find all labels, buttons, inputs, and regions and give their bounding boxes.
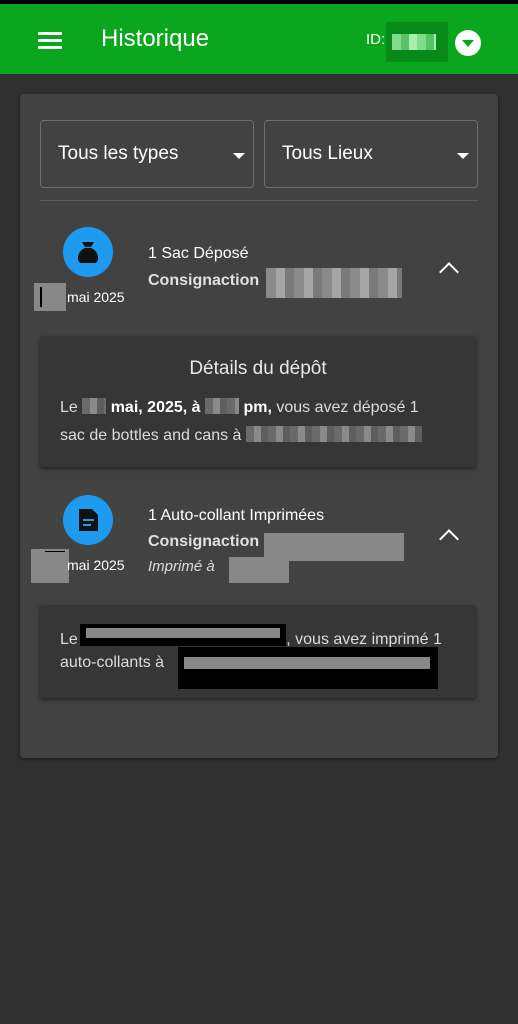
print-location-redacted bbox=[178, 647, 438, 689]
id-label: ID: bbox=[366, 31, 386, 48]
page-title: Historique bbox=[101, 25, 210, 52]
location-filter-value: Tous Lieux bbox=[282, 143, 373, 164]
details-heading: Détails du dépôt bbox=[189, 358, 327, 379]
caret-down-icon bbox=[233, 153, 245, 159]
divider bbox=[40, 200, 478, 201]
date-day-redacted bbox=[31, 549, 69, 583]
type-filter-select[interactable]: Tous les types bbox=[40, 120, 254, 188]
caret-down-icon bbox=[457, 153, 469, 159]
details-line-2: auto-collants à bbox=[60, 654, 165, 671]
details-line-2: sac de bottles and cans à bbox=[60, 426, 422, 445]
type-filter-value: Tous les types bbox=[58, 143, 179, 164]
entry-org: Consignaction bbox=[148, 533, 260, 550]
collapse-chevron-icon[interactable] bbox=[439, 262, 459, 282]
history-card: Tous les types Tous Lieux mai 2025 1 Sac… bbox=[20, 94, 498, 758]
document-icon bbox=[63, 495, 113, 545]
entry-title: 1 Auto-collant Imprimées bbox=[148, 507, 325, 524]
app-bar: Historique ID: bbox=[0, 0, 518, 74]
account-dropdown-button[interactable] bbox=[455, 30, 481, 56]
entry-org: Consignaction bbox=[148, 272, 260, 289]
print-details-panel: Le , vous avez imprimé 1 auto-collants à bbox=[40, 605, 476, 698]
entry-date: mai 2025 bbox=[67, 289, 125, 305]
printed-at-label: Imprimé à bbox=[148, 558, 215, 575]
location-filter-select[interactable]: Tous Lieux bbox=[264, 120, 478, 188]
menu-icon[interactable] bbox=[38, 32, 62, 50]
entry-title: 1 Sac Déposé bbox=[148, 245, 249, 262]
collapse-chevron-icon[interactable] bbox=[439, 529, 459, 549]
deposit-details-panel: Détails du dépôt Le mai, 2025, à pm, vou… bbox=[40, 336, 476, 467]
print-date-redacted bbox=[80, 624, 286, 646]
print-location-redacted bbox=[229, 557, 289, 583]
bag-icon bbox=[63, 227, 113, 277]
entry-date: mai 2025 bbox=[67, 557, 125, 573]
location-redacted bbox=[266, 268, 402, 298]
id-value-redacted bbox=[386, 22, 448, 62]
details-line-1: Le mai, 2025, à pm, vous avez déposé 1 bbox=[60, 398, 419, 416]
date-day-redacted bbox=[34, 283, 66, 311]
